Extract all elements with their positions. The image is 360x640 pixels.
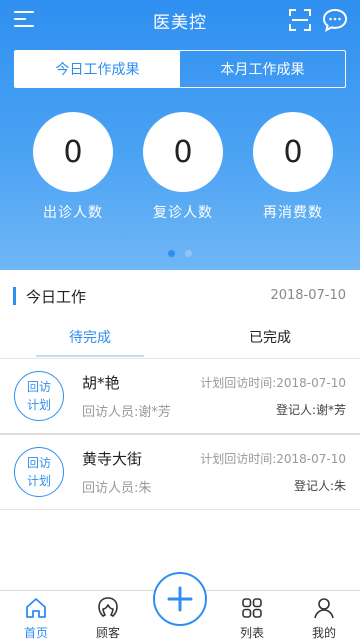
list-item[interactable]: 回访 计划 黄寺大街 计划回访时间:2018-07-10 回访人员:朱 登记人:…	[0, 435, 360, 509]
list-item[interactable]: 回访 计划 胡*艳 计划回访时间:2018-07-10 回访人员:谢*芳 登记人…	[0, 359, 360, 433]
planned-time: 计划回访时间:2018-07-10	[200, 376, 346, 390]
menu-icon[interactable]	[14, 10, 34, 28]
followup-plan-badge: 回访 计划	[14, 447, 64, 497]
chat-icon[interactable]	[322, 8, 348, 32]
registrar: 登记人:朱	[293, 479, 346, 493]
work-status-tabs: 待完成 已完成	[0, 322, 360, 358]
today-work-header: 今日工作 2018-07-10	[0, 283, 360, 311]
tab-label: 首页	[23, 626, 48, 640]
app-title: 医美控	[153, 12, 207, 33]
stat-value: 0	[253, 112, 333, 192]
stat-label: 再消费数	[263, 205, 323, 221]
section-date: 2018-07-10	[270, 288, 346, 303]
stat-label: 出诊人数	[43, 205, 103, 221]
scan-icon[interactable]	[288, 8, 312, 32]
plus-icon	[167, 586, 193, 612]
stat-value: 0	[33, 112, 113, 192]
section-accent-bar	[13, 287, 16, 305]
stat-outpatient[interactable]: 0 出诊人数	[28, 112, 118, 222]
followup-plan-badge: 回访 计划	[14, 371, 64, 421]
tab-label: 我的	[311, 626, 336, 640]
planned-time: 计划回访时间:2018-07-10	[200, 452, 346, 466]
tab-customer[interactable]: 顾客	[72, 591, 144, 640]
add-button[interactable]	[153, 572, 207, 626]
tab-completed[interactable]: 已完成	[216, 327, 324, 347]
visitor: 回访人员:朱	[82, 481, 152, 496]
tab-today-results[interactable]: 今日工作成果	[15, 51, 180, 87]
customer-name: 胡*艳	[82, 374, 120, 392]
badge-line: 计划	[26, 398, 51, 412]
stat-reconsumption[interactable]: 0 再消费数	[248, 112, 338, 222]
stat-value: 0	[143, 112, 223, 192]
work-list: 回访 计划 胡*艳 计划回访时间:2018-07-10 回访人员:谢*芳 登记人…	[0, 358, 360, 510]
tab-label: 列表	[239, 626, 264, 640]
pager-dots	[0, 250, 360, 257]
stat-label: 复诊人数	[153, 205, 213, 221]
home-icon	[26, 598, 46, 618]
stat-followup[interactable]: 0 复诊人数	[138, 112, 228, 222]
visitor: 回访人员:谢*芳	[82, 405, 171, 420]
stats-row: 0 出诊人数 0 复诊人数 0 再消费数	[0, 112, 360, 222]
grid-icon	[242, 598, 262, 618]
pager-dot-active[interactable]	[168, 250, 175, 257]
customer-icon	[98, 597, 118, 617]
badge-line: 计划	[26, 474, 51, 488]
customer-name: 黄寺大街	[82, 450, 143, 468]
badge-line: 回访	[26, 380, 51, 394]
tab-indicator	[36, 355, 144, 357]
tab-mine[interactable]: 我的	[288, 591, 360, 640]
badge-line: 回访	[26, 456, 51, 470]
pager-dot[interactable]	[185, 250, 192, 257]
tab-month-results[interactable]: 本月工作成果	[180, 51, 345, 87]
registrar: 登记人:谢*芳	[275, 403, 346, 417]
tab-list[interactable]: 列表	[216, 591, 288, 640]
tab-pending[interactable]: 待完成	[36, 327, 144, 347]
tab-label: 顾客	[95, 626, 120, 640]
period-toggle: 今日工作成果 本月工作成果	[14, 50, 346, 88]
tab-home[interactable]: 首页	[0, 591, 72, 640]
person-icon	[314, 598, 334, 619]
top-bar: 医美控	[0, 0, 360, 40]
divider	[0, 509, 360, 510]
section-title: 今日工作	[26, 288, 87, 306]
